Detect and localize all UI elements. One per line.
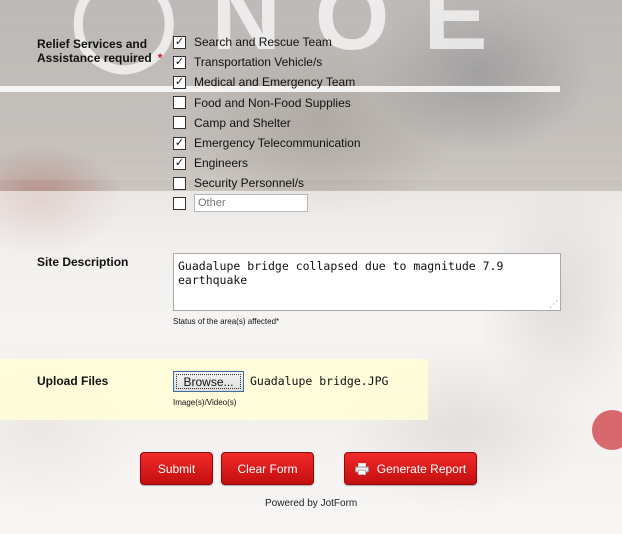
relief-option-checkbox[interactable] [173, 116, 186, 130]
relief-option-label: Medical and Emergency Team [194, 75, 356, 90]
generate-report-button[interactable]: Generate Report [344, 452, 477, 485]
relief-option-checkbox[interactable]: ✓ [173, 75, 186, 89]
site-description-label: Site Description [37, 255, 129, 269]
relief-option-label: Security Personnel/s [194, 176, 305, 191]
submit-button[interactable]: Submit [140, 452, 213, 485]
relief-option-checkbox[interactable] [173, 96, 186, 110]
other-checkbox[interactable] [173, 196, 186, 210]
relief-label-line2: Assistance required [37, 51, 152, 65]
relief-option-label: Food and Non-Food Supplies [194, 95, 351, 110]
relief-label-line1: Relief Services and [37, 37, 148, 51]
powered-by-jotform: Powered by JotForm [265, 498, 358, 509]
upload-sublabel: Image(s)/Video(s) [173, 398, 237, 407]
printer-icon [354, 462, 369, 475]
relief-option-row[interactable]: ✓ Search and Rescue Team [173, 34, 332, 50]
relief-option-checkbox[interactable]: ✓ [173, 35, 186, 49]
relief-option-checkbox[interactable]: ✓ [173, 156, 186, 170]
relief-option-row[interactable]: ✓ Engineers [173, 155, 248, 171]
relief-option-row[interactable]: ✓ Transportation Vehicle/s [173, 54, 322, 70]
relief-services-label: Relief Services and Assistance required * [37, 37, 162, 65]
relief-option-row[interactable]: Security Personnel/s [173, 175, 304, 191]
relief-option-row[interactable]: Food and Non-Food Supplies [173, 95, 351, 111]
relief-option-row[interactable]: ✓ Emergency Telecommunication [173, 135, 361, 151]
relief-option-row[interactable]: Camp and Shelter [173, 115, 291, 131]
clear-form-button[interactable]: Clear Form [221, 452, 314, 485]
relief-option-checkbox[interactable]: ✓ [173, 136, 186, 150]
required-mark: * [157, 51, 163, 65]
upload-files-label: Upload Files [37, 374, 109, 388]
relief-option-row[interactable]: ✓ Medical and Emergency Team [173, 74, 355, 90]
resize-grip-icon[interactable]: ⋰ [549, 299, 559, 309]
relief-option-other[interactable] [173, 194, 308, 212]
browse-button[interactable]: Browse... [173, 371, 244, 392]
site-description-textarea[interactable]: Guadalupe bridge collapsed due to magnit… [173, 253, 561, 311]
relief-option-checkbox[interactable] [173, 176, 186, 190]
relief-option-label: Transportation Vehicle/s [194, 55, 323, 70]
selected-file-name: Guadalupe bridge.JPG [250, 374, 389, 388]
relief-option-label: Engineers [194, 156, 249, 171]
other-input[interactable] [194, 194, 308, 212]
relief-option-label: Search and Rescue Team [194, 35, 332, 49]
site-description-sublabel: Status of the area(s) affected* [173, 317, 280, 326]
relief-option-checkbox[interactable]: ✓ [173, 55, 186, 69]
relief-option-label: Emergency Telecommunication [194, 136, 361, 150]
generate-report-label: Generate Report [376, 461, 467, 476]
relief-option-label: Camp and Shelter [194, 115, 291, 130]
